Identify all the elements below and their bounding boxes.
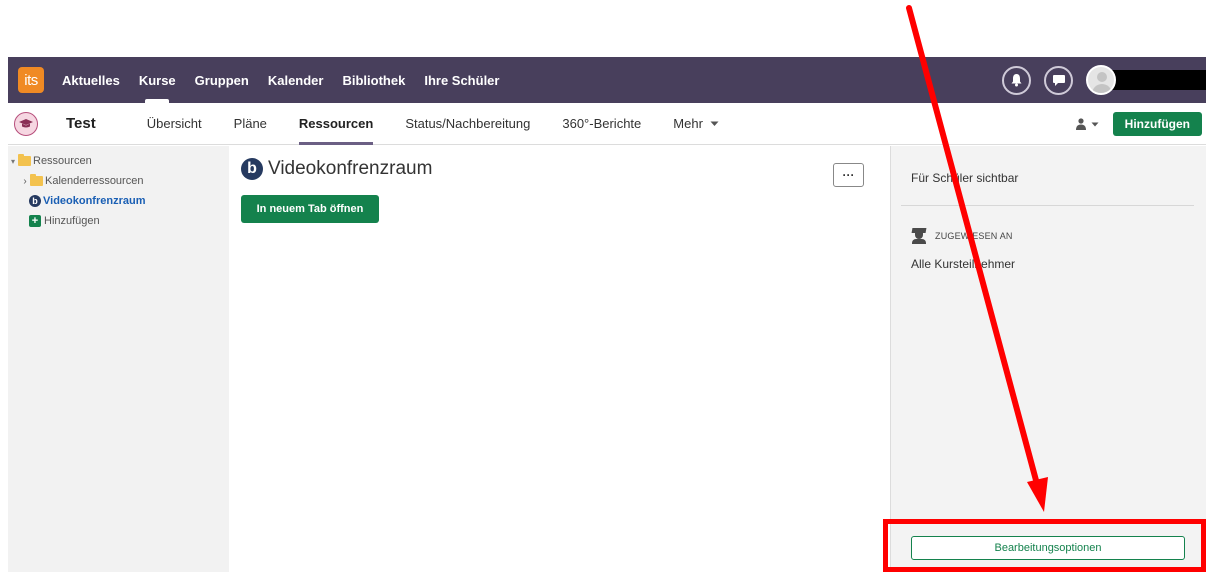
resource-details-panel: Für Schüler sichtbar ZUGEWIESEN AN Alle … [890, 146, 1206, 572]
assigned-header: ZUGEWIESEN AN [911, 228, 1013, 244]
tree-item-videokonferenzraum[interactable]: b Videokonfrenzraum [8, 191, 229, 211]
tab-mehr[interactable]: Mehr [673, 103, 719, 145]
tree-item-label: Hinzufügen [44, 215, 100, 227]
tree-item-hinzufuegen[interactable]: + Hinzufügen [8, 211, 229, 231]
app-logo[interactable]: its [18, 67, 44, 93]
page-title: Videokonfrenzraum [268, 158, 433, 179]
tree-item-ressourcen[interactable]: ▾ Ressourcen [8, 151, 229, 171]
tree-item-label: Kalenderressourcen [45, 175, 144, 187]
tab-mehr-label: Mehr [673, 116, 703, 131]
nav-item-ihre-schueler[interactable]: Ihre Schüler [424, 57, 499, 103]
edit-options-button[interactable]: Bearbeitungsoptionen [911, 536, 1185, 560]
tab-ressourcen[interactable]: Ressourcen [298, 103, 374, 145]
graduation-cap-icon[interactable] [14, 111, 38, 136]
resource-tree: ▾ Ressourcen › Kalenderressourcen b Vide… [8, 146, 229, 572]
user-profile[interactable] [1086, 65, 1206, 95]
tab-uebersicht[interactable]: Übersicht [147, 103, 202, 145]
topnav-actions [1002, 57, 1206, 103]
chevron-right-icon[interactable]: › [20, 176, 30, 187]
tree-item-label: Videokonfrenzraum [43, 195, 146, 207]
chevron-down-icon [1091, 122, 1099, 126]
nav-item-gruppen[interactable]: Gruppen [195, 57, 249, 103]
visibility-status: Für Schüler sichtbar [911, 171, 1019, 185]
assigned-value: Alle Kursteilnehmer [911, 257, 1016, 271]
tab-plaene[interactable]: Pläne [234, 103, 267, 145]
top-navigation-bar: its Aktuelles Kurse Gruppen Kalender Bib… [8, 57, 1206, 103]
course-actions: Hinzufügen [1075, 103, 1202, 145]
chevron-down-icon[interactable]: ▾ [8, 157, 18, 166]
course-title[interactable]: Test [66, 115, 96, 132]
more-options-button[interactable]: ··· [833, 163, 864, 187]
nav-item-kurse[interactable]: Kurse [139, 57, 176, 103]
add-button[interactable]: Hinzufügen [1112, 112, 1202, 136]
resource-content: b Videokonfrenzraum In neuem Tab öffnen … [229, 146, 890, 572]
notifications-button[interactable] [1002, 65, 1031, 95]
bell-icon [1011, 74, 1022, 87]
redacted-username [1112, 70, 1206, 90]
chat-icon [1052, 75, 1065, 86]
tab-360-berichte[interactable]: 360°-Berichte [562, 103, 641, 145]
chevron-down-icon [710, 121, 719, 126]
nav-item-kalender[interactable]: Kalender [268, 57, 324, 103]
divider [901, 205, 1194, 206]
bigbluebutton-icon: b [241, 158, 263, 180]
resource-header: b Videokonfrenzraum [241, 158, 432, 180]
course-navigation: Test Übersicht Pläne Ressourcen Status/N… [8, 103, 1206, 145]
person-icon [1075, 118, 1086, 130]
assigned-label: ZUGEWIESEN AN [935, 231, 1013, 241]
plus-icon: + [29, 215, 41, 227]
tab-status-nachbereitung[interactable]: Status/Nachbereitung [405, 103, 530, 145]
user-role-menu[interactable] [1075, 118, 1099, 130]
tree-item-kalenderressourcen[interactable]: › Kalenderressourcen [8, 171, 229, 191]
tree-item-label: Ressourcen [33, 155, 92, 167]
nav-item-bibliothek[interactable]: Bibliothek [342, 57, 405, 103]
nav-item-aktuelles[interactable]: Aktuelles [62, 57, 120, 103]
folder-icon [18, 154, 31, 166]
folder-icon [30, 174, 43, 186]
bigbluebutton-icon: b [29, 195, 41, 207]
open-in-new-tab-button[interactable]: In neuem Tab öffnen [241, 195, 379, 223]
avatar-icon [1086, 65, 1116, 95]
messages-button[interactable] [1044, 65, 1073, 95]
teacher-icon [911, 228, 927, 244]
